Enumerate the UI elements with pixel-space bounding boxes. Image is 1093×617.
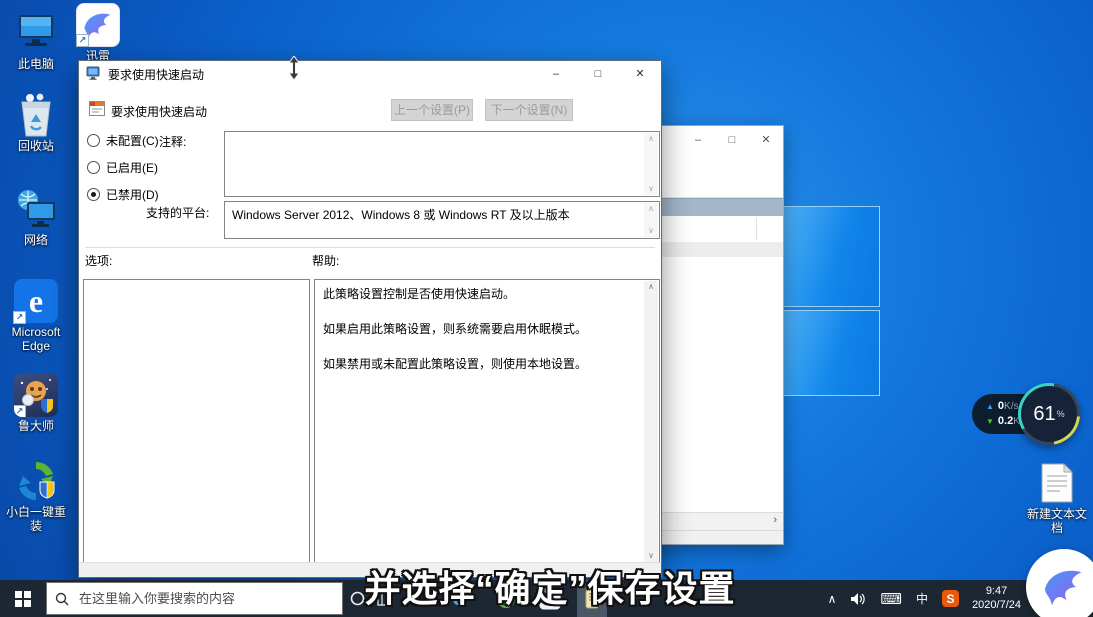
scroll-down-icon[interactable]: ∨	[648, 183, 654, 195]
taskbar-clock[interactable]: 9:47 2020/7/24	[966, 585, 1027, 613]
shortcut-arrow-icon: ↗	[13, 311, 26, 324]
close-icon[interactable]: ✕	[619, 61, 661, 87]
ludashi-icon: ↗	[12, 372, 60, 418]
desktop-icon-network[interactable]: 网络	[0, 186, 72, 248]
windows-start-icon	[15, 591, 31, 607]
minimize-icon[interactable]: –	[681, 126, 715, 154]
radio-label: 已禁用(D)	[106, 186, 159, 203]
comment-label: 注释:	[159, 133, 186, 150]
desktop-icon-edge[interactable]: e ↗ Microsoft Edge	[0, 278, 72, 354]
help-panel[interactable]: 此策略设置控制是否使用快速启动。 如果启用此策略设置，则系统需要启用休眠模式。 …	[314, 279, 660, 564]
radio-icon[interactable]	[87, 134, 100, 147]
video-subtitle: 并选择“确定”保存设置	[290, 560, 810, 612]
desktop-icon-this-pc[interactable]: 此电脑	[0, 10, 72, 72]
start-button[interactable]	[0, 580, 46, 617]
clock-time: 9:47	[972, 585, 1021, 599]
radio-label: 未配置(C)	[106, 132, 159, 149]
wallpaper-logo-pane-bottom	[783, 310, 880, 396]
memory-usage-ball[interactable]: 61 %	[1018, 383, 1080, 445]
help-scrollbar[interactable]: ∧ ∨	[644, 281, 658, 562]
scroll-up-icon[interactable]: ∧	[648, 203, 654, 215]
usage-percent-sign: %	[1057, 409, 1065, 419]
help-label: 帮助:	[312, 252, 339, 269]
section-divider	[85, 247, 655, 248]
ime-indicator[interactable]: 中	[909, 580, 935, 617]
shortcut-arrow-icon: ↗	[14, 405, 26, 417]
upload-arrow-icon: ▲	[986, 402, 994, 412]
maximize-icon[interactable]: □	[715, 126, 749, 154]
download-value: 0.2	[998, 415, 1013, 428]
upload-unit: K/s	[1004, 401, 1018, 413]
desktop-icon-label: 此电脑	[0, 58, 72, 72]
thunder-floating-button[interactable]	[1026, 549, 1093, 617]
thunder-icon: ↗	[74, 2, 122, 48]
desktop-icon-label: 小白一键重装	[3, 506, 69, 534]
thunder-bird-icon	[1041, 564, 1087, 610]
platform-value: Windows Server 2012、Windows 8 或 Windows …	[225, 202, 659, 227]
dialog-title-icon	[86, 66, 102, 83]
this-pc-icon	[12, 10, 60, 56]
recycle-bin-icon	[12, 92, 60, 138]
desktop-icon-label: 网络	[0, 234, 72, 248]
next-setting-button[interactable]: 下一个设置(N)	[485, 99, 573, 121]
radio-icon[interactable]	[87, 188, 100, 201]
dialog-title: 要求使用快速启动	[108, 66, 204, 83]
comment-textbox[interactable]: ∧ ∨	[224, 131, 660, 197]
edge-icon: e ↗	[12, 278, 60, 324]
policy-setting-dialog: 要求使用快速启动 – □ ✕ 要求使用快速启动 上一个设置(P) 下一个设置(N…	[78, 60, 662, 578]
platform-textbox[interactable]: Windows Server 2012、Windows 8 或 Windows …	[224, 201, 660, 239]
radio-enabled[interactable]: 已启用(E)	[87, 159, 158, 176]
desktop-icon-xiaobai[interactable]: 小白一键重装	[0, 458, 72, 534]
volume-icon[interactable]	[843, 580, 873, 617]
minimize-icon[interactable]: –	[535, 61, 577, 87]
options-label: 选项:	[85, 252, 112, 269]
platform-scrollbar[interactable]: ∧ ∨	[644, 203, 658, 237]
desktop-icon-label: Microsoft Edge	[0, 326, 72, 354]
download-arrow-icon: ▼	[986, 417, 994, 427]
radio-not-configured[interactable]: 未配置(C)	[87, 132, 159, 149]
close-icon[interactable]: ✕	[749, 126, 783, 154]
xiaobai-icon	[12, 458, 60, 504]
usage-percent: 61	[1033, 403, 1055, 426]
dialog-heading: 要求使用快速启动	[111, 103, 207, 120]
dialog-titlebar[interactable]: 要求使用快速启动 – □ ✕	[79, 61, 661, 87]
shortcut-arrow-icon: ↗	[76, 34, 89, 47]
platform-label: 支持的平台:	[146, 204, 209, 221]
help-text: 此策略设置控制是否使用快速启动。 如果启用此策略设置，则系统需要启用休眠模式。 …	[315, 280, 659, 379]
desktop-icon-ludashi[interactable]: ↗ 鲁大师	[0, 372, 72, 434]
desktop-icon-thunder[interactable]: ↗ 迅雷	[72, 2, 124, 64]
resize-cursor	[288, 56, 300, 85]
scroll-up-icon[interactable]: ∧	[648, 281, 654, 293]
options-panel[interactable]	[83, 279, 310, 564]
tray-chevron-icon[interactable]: ∧	[821, 580, 844, 617]
radio-label: 已启用(E)	[106, 159, 158, 176]
scroll-right-icon[interactable]: ›	[773, 514, 777, 526]
maximize-icon[interactable]: □	[577, 61, 619, 87]
previous-setting-button[interactable]: 上一个设置(P)	[391, 99, 473, 121]
desktop-icon-label: 回收站	[0, 140, 72, 154]
clock-date: 2020/7/24	[972, 599, 1021, 613]
text-file-icon	[1033, 460, 1081, 506]
policy-icon	[89, 101, 105, 119]
desktop-screen: 此电脑 回收站 网络 e ↗ Microsoft Edge ↗ 鲁大师	[0, 0, 1093, 617]
comment-scrollbar[interactable]: ∧ ∨	[644, 133, 658, 195]
radio-disabled[interactable]: 已禁用(D)	[87, 186, 159, 203]
sogou-input-icon[interactable]: S	[935, 580, 966, 617]
search-input[interactable]	[77, 590, 307, 607]
desktop-icon-new-text-doc[interactable]: 新建文本文档	[1022, 460, 1092, 536]
wallpaper-logo-pane-top	[783, 206, 880, 307]
radio-icon[interactable]	[87, 161, 100, 174]
touch-keyboard-icon[interactable]: ⌨	[873, 580, 909, 617]
network-icon	[12, 186, 60, 232]
desktop-icon-label: 新建文本文档	[1024, 508, 1090, 536]
scroll-up-icon[interactable]: ∧	[648, 133, 654, 145]
scroll-down-icon[interactable]: ∨	[648, 225, 654, 237]
search-icon	[55, 592, 69, 606]
desktop-icon-label: 鲁大师	[0, 420, 72, 434]
desktop-icon-recycle-bin[interactable]: 回收站	[0, 92, 72, 154]
